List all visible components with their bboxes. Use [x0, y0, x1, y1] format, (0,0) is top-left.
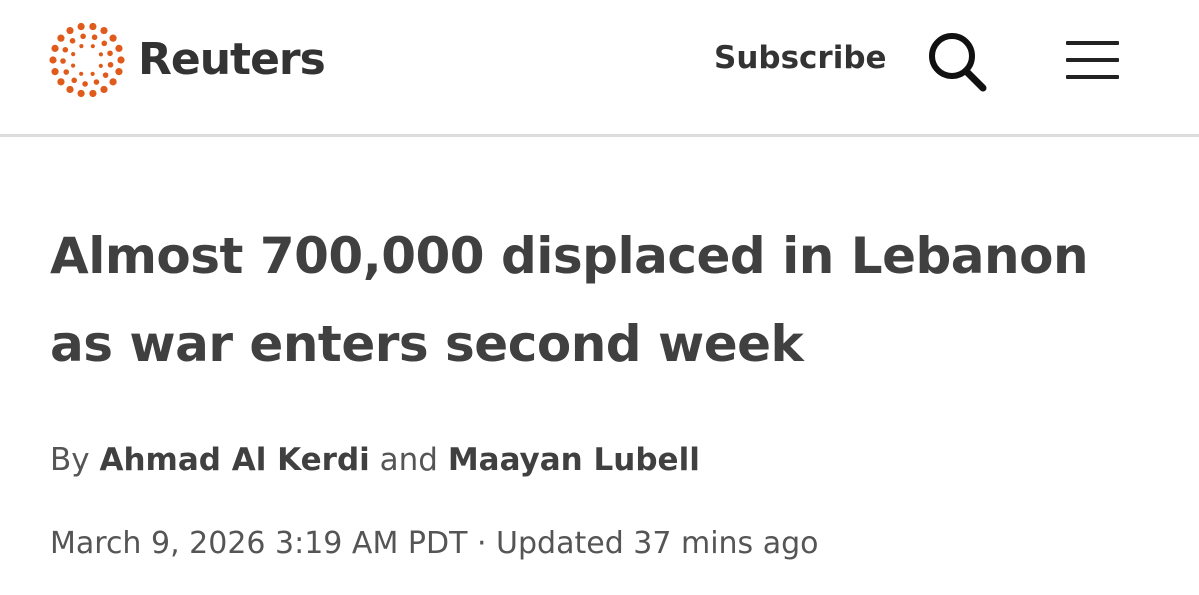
site-header: Reuters Subscribe	[0, 0, 1199, 137]
logo-dot	[66, 26, 74, 35]
logo-dot	[109, 78, 117, 86]
date-separator: ·	[476, 526, 487, 561]
logo-dot	[79, 44, 84, 49]
dateline: March 9, 2026 3:19 AM PDT · Updated 37 m…	[50, 522, 819, 566]
logo-dot	[115, 68, 123, 76]
logo-dot	[101, 40, 108, 47]
logo-dot	[80, 33, 86, 40]
byline: By Ahmad Al Kerdi and Maayan Lubell	[50, 438, 700, 482]
updated-time: Updated 37 mins ago	[496, 526, 819, 561]
logo-dot	[93, 79, 100, 85]
logo-dot	[109, 34, 117, 42]
reuters-logo-icon	[49, 22, 125, 98]
logo-dot	[51, 68, 59, 76]
author-link[interactable]: Maayan Lubell	[448, 442, 700, 478]
byline-prefix: By	[50, 442, 90, 478]
logo-dot	[98, 63, 103, 68]
logo-dot	[69, 38, 76, 44]
hamburger-menu-icon	[1066, 41, 1119, 79]
publish-date: March 9, 2026 3:19 AM PDT	[50, 526, 468, 561]
logo-dot	[89, 89, 97, 98]
logo-dot	[89, 22, 97, 31]
logo-dot	[91, 34, 98, 41]
logo-dot	[62, 46, 69, 53]
logo-dot	[57, 78, 65, 86]
logo-dot	[77, 89, 85, 98]
subscribe-button[interactable]: Subscribe	[714, 38, 887, 78]
logo-dot	[49, 56, 57, 64]
search-icon	[929, 33, 987, 92]
logo-dot	[66, 85, 74, 94]
logo-dot	[57, 34, 65, 42]
logo-dot	[100, 85, 108, 94]
reuters-logo[interactable]: Reuters	[48, 22, 326, 98]
logo-dot	[79, 71, 84, 76]
search-button[interactable]	[925, 28, 991, 94]
logo-dot	[51, 44, 59, 52]
logo-dot	[77, 22, 85, 31]
logo-dot	[90, 71, 95, 76]
logo-dot	[100, 26, 108, 35]
byline-conjunction: and	[379, 442, 438, 478]
logo-dot	[98, 52, 103, 57]
author-link[interactable]: Ahmad Al Kerdi	[99, 442, 369, 478]
logo-dot	[63, 69, 70, 75]
logo-dot	[82, 81, 88, 87]
logo-dot	[71, 52, 76, 57]
article-headline: Almost 700,000 displaced in Lebanon as w…	[50, 227, 1089, 373]
logo-dot	[71, 77, 77, 84]
logo-dot	[107, 61, 114, 68]
logo-dot	[102, 72, 109, 78]
brand-name: Reuters	[138, 34, 326, 85]
logo-dot	[90, 44, 95, 49]
logo-dot	[115, 44, 123, 52]
logo-dot	[117, 56, 125, 64]
menu-button[interactable]	[1062, 38, 1122, 82]
logo-dot	[107, 50, 113, 57]
logo-dot	[60, 58, 66, 64]
logo-dot	[71, 63, 76, 68]
